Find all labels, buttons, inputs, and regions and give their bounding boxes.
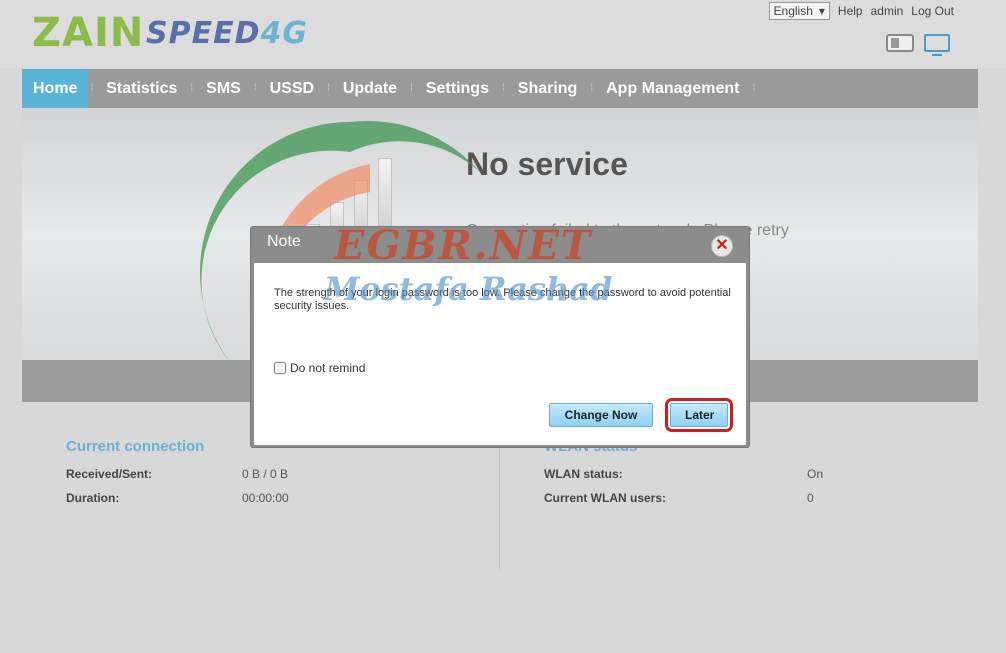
speed4g-logo: SPEED4G xyxy=(146,16,308,51)
wlan-users-value: 0 xyxy=(807,491,814,505)
panel-divider xyxy=(499,440,500,570)
change-now-button[interactable]: Change Now xyxy=(549,403,653,427)
nav-separator: ⁞ xyxy=(752,83,756,94)
help-link[interactable]: Help xyxy=(838,4,863,18)
do-not-remind-label: Do not remind xyxy=(290,361,366,375)
watermark-site-text: EGBR.NET xyxy=(334,222,593,269)
nav-statistics[interactable]: Statistics xyxy=(95,69,188,108)
nav-separator: ⁞ xyxy=(253,83,257,94)
nav-separator: ⁞ xyxy=(410,83,413,94)
nav-separator: ⁞ xyxy=(590,83,594,94)
dialog-title: Note xyxy=(267,233,301,250)
current-connection-panel: Current connection Received/Sent: 0 B / … xyxy=(66,438,486,515)
4g-text: 4G xyxy=(260,16,308,51)
nav-separator: ⁞ xyxy=(90,83,94,94)
nav-settings[interactable]: Settings xyxy=(415,69,500,108)
language-value: English xyxy=(773,4,813,18)
user-link[interactable]: admin xyxy=(871,4,904,18)
wlan-status-value: On xyxy=(807,467,824,481)
wlan-users-label: Current WLAN users: xyxy=(544,491,667,505)
chevron-down-icon: ▾ xyxy=(818,4,825,18)
zain-logo: ZAIN xyxy=(32,10,145,56)
main-nav: Home ⁞ Statistics ⁞ SMS ⁞ USSD ⁞ Update … xyxy=(22,69,978,108)
nav-separator: ⁞ xyxy=(327,83,330,94)
nav-home[interactable]: Home xyxy=(22,69,89,108)
nav-app-management[interactable]: App Management xyxy=(595,69,750,108)
duration-label: Duration: xyxy=(66,491,120,505)
nav-ussd[interactable]: USSD xyxy=(259,69,325,108)
watermark-author-text: Mostafa Rashad xyxy=(324,270,613,308)
nav-sharing[interactable]: Sharing xyxy=(507,69,589,108)
status-icons xyxy=(886,34,950,56)
do-not-remind-option[interactable]: Do not remind xyxy=(274,361,365,375)
top-links: English ▾ Help admin Log Out xyxy=(768,2,954,20)
wifi-display-icon xyxy=(924,34,950,56)
close-icon[interactable]: ✕ xyxy=(711,235,733,257)
duration-value: 00:00:00 xyxy=(242,491,289,505)
wlan-status-label: WLAN status: xyxy=(544,467,623,481)
nav-update[interactable]: Update xyxy=(332,69,408,108)
network-status-title: No service xyxy=(466,146,628,182)
do-not-remind-checkbox[interactable] xyxy=(274,362,286,374)
sim-card-icon xyxy=(886,34,914,52)
received-sent-label: Received/Sent: xyxy=(66,467,153,481)
nav-separator: ⁞ xyxy=(501,83,505,94)
language-select[interactable]: English ▾ xyxy=(768,2,830,20)
speed-text: SPEED xyxy=(146,16,261,51)
nav-sms[interactable]: SMS xyxy=(195,69,252,108)
later-button[interactable]: Later xyxy=(665,398,733,432)
top-header: ZAIN SPEED4G English ▾ Help admin Log Ou… xyxy=(0,0,1006,68)
wlan-status-panel: WLAN status WLAN status: On Current WLAN… xyxy=(544,438,964,515)
received-sent-value: 0 B / 0 B xyxy=(242,467,289,481)
logout-link[interactable]: Log Out xyxy=(911,4,954,18)
nav-separator: ⁞ xyxy=(190,83,194,94)
